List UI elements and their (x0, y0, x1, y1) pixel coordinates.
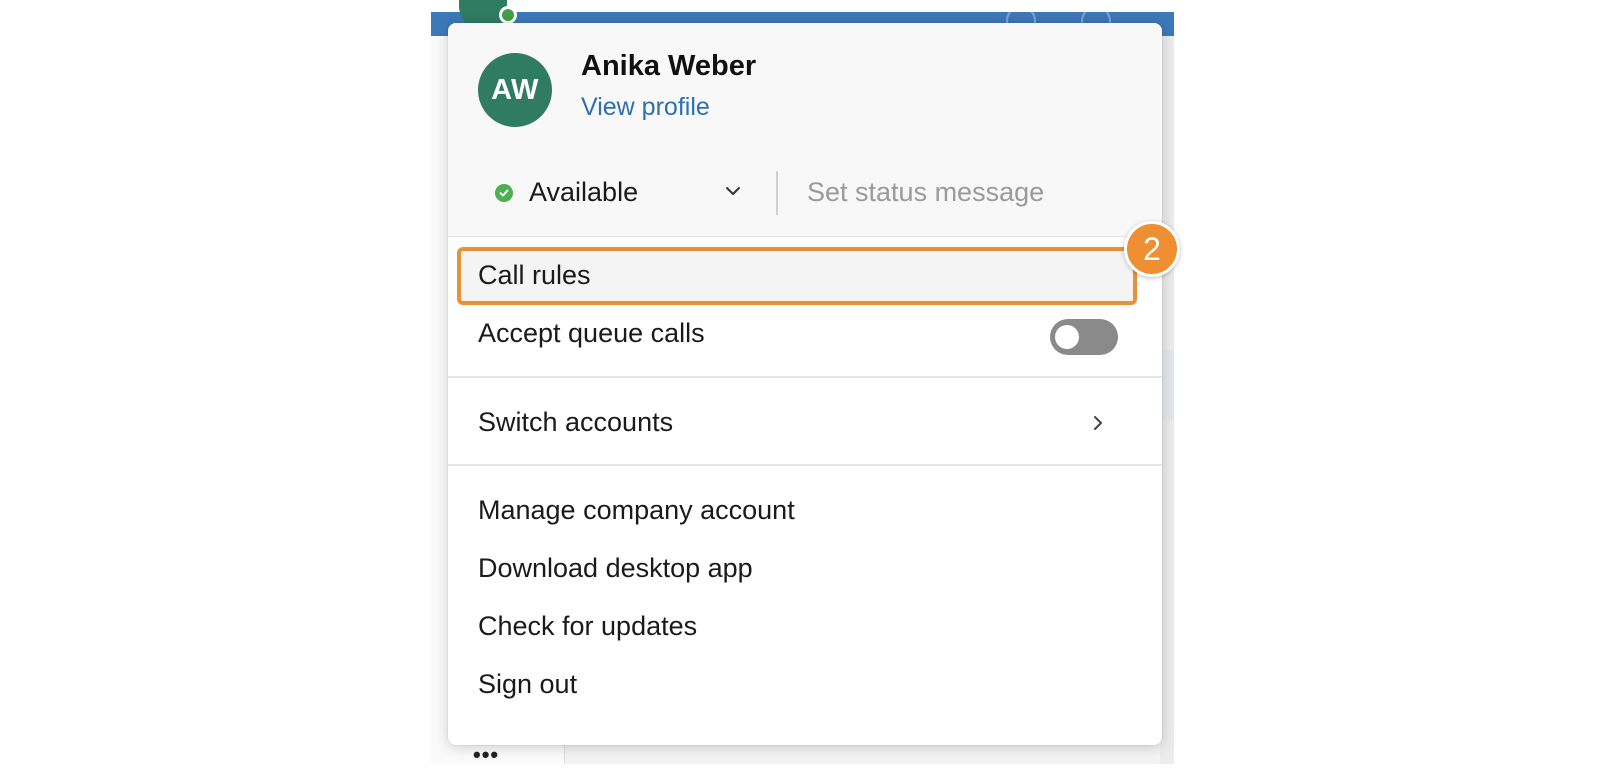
call-rules-label: Call rules (478, 260, 591, 290)
chevron-down-icon[interactable] (723, 181, 743, 201)
check-for-updates-menu-item[interactable]: Check for updates (448, 598, 1162, 656)
app-avatar-status-icon (499, 6, 517, 24)
status-dropdown[interactable]: Available (529, 177, 638, 208)
switch-accounts-label: Switch accounts (478, 407, 674, 437)
switch-accounts-menu-item[interactable]: Switch accounts (448, 394, 1162, 452)
menu-divider (448, 376, 1162, 378)
download-desktop-app-menu-item[interactable]: Download desktop app (448, 540, 1162, 598)
app-content-row (1160, 350, 1174, 420)
avatar: AW (478, 53, 552, 127)
chevron-right-icon (1088, 413, 1108, 433)
manage-company-account-label: Manage company account (478, 495, 795, 525)
download-desktop-app-label: Download desktop app (478, 553, 753, 583)
step-number-badge: 2 (1124, 221, 1180, 277)
toggle-knob (1055, 325, 1079, 349)
status-row: Available Set status message (448, 171, 1162, 219)
accept-queue-calls-label: Accept queue calls (478, 318, 705, 348)
view-profile-link[interactable]: View profile (581, 93, 710, 122)
ellipsis-icon[interactable]: ••• (473, 742, 499, 768)
check-for-updates-label: Check for updates (478, 611, 698, 641)
check-circle-icon (495, 184, 513, 202)
user-name: Anika Weber (581, 50, 757, 82)
status-message-input[interactable]: Set status message (807, 177, 1044, 208)
sign-out-label: Sign out (478, 669, 578, 699)
profile-header: AW Anika Weber View profile Available Se… (448, 23, 1162, 237)
manage-company-account-menu-item[interactable]: Manage company account (448, 482, 1162, 540)
status-divider (776, 171, 778, 215)
profile-menu: AW Anika Weber View profile Available Se… (448, 23, 1162, 745)
accept-queue-calls-toggle[interactable] (1050, 319, 1118, 355)
menu-divider (448, 464, 1162, 466)
sign-out-menu-item[interactable]: Sign out (448, 656, 1162, 714)
call-rules-menu-item[interactable]: Call rules (448, 247, 1162, 305)
